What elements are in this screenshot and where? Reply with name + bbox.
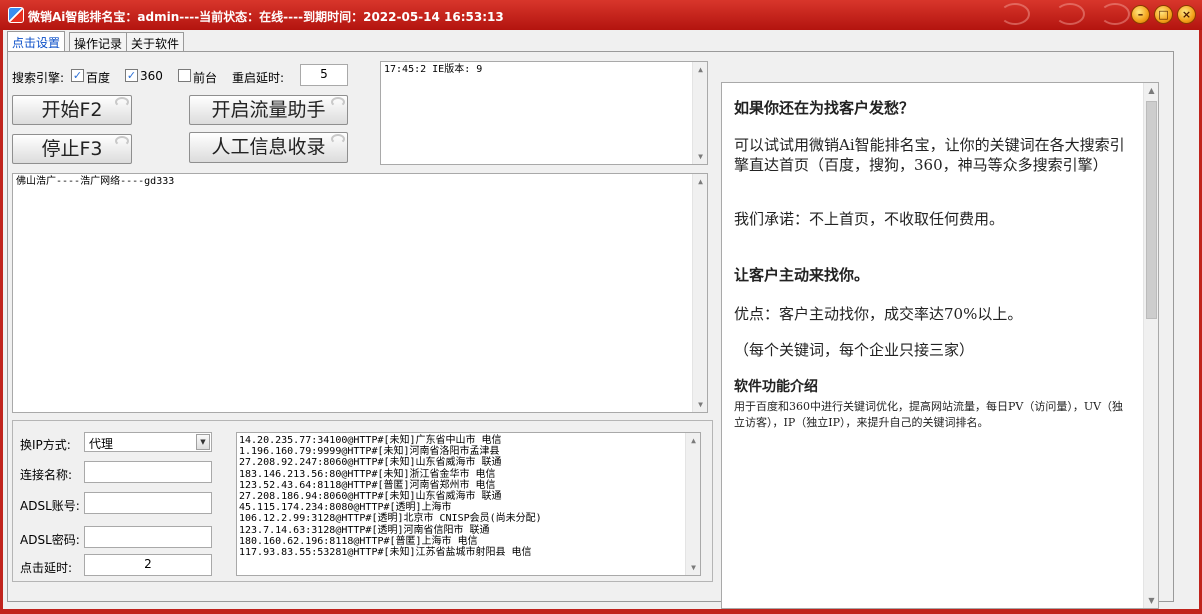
features-heading: 软件功能介绍: [734, 379, 818, 395]
tab-operation-log[interactable]: 操作记录: [69, 32, 128, 52]
click-settings-panel: 搜索引擎: ✓ 百度 ✓ 360 前台 重启延时: 5 开始F2 开启流量助手 …: [7, 51, 1174, 609]
proxy-list-item: 1.196.160.79:9999@HTTP#[未知]河南省洛阳市孟津县: [239, 446, 500, 458]
stop-button-label: 停止F3: [41, 138, 103, 160]
window-title: 微销Ai智能排名宝：admin----当前状态：在线----到期时间：2022-…: [28, 10, 504, 24]
adsl-pass-input[interactable]: [84, 526, 212, 548]
proxy-list-item: 123.52.43.64:8118@HTTP#[普匿]河南省郑州市 电信: [239, 479, 496, 491]
proactive-heading: 让客户主动来找你。: [734, 266, 870, 284]
decorative-swirl-icon: [1100, 3, 1130, 25]
adsl-user-label: ADSL账号:: [20, 499, 80, 513]
scroll-up-icon[interactable]: ▲: [693, 62, 707, 77]
adsl-pass-label: ADSL密码:: [20, 533, 80, 547]
start-button-label: 开始F2: [41, 99, 103, 121]
promise-text: 我们承诺：不上首页，不收取任何费用。: [734, 210, 1005, 228]
keyword-scrollbar[interactable]: ▲ ▼: [692, 174, 707, 412]
engine-label: 搜索引擎:: [12, 71, 65, 85]
conn-name-input[interactable]: [84, 461, 212, 483]
status-log[interactable]: 17:45:2 IE版本: 9 ▲ ▼: [380, 61, 708, 165]
baidu-label: 百度: [86, 71, 111, 85]
ip-settings-group: 换IP方式: 代理 ▼ 连接名称: ADSL账号: ADSL密码: 点击延时: …: [12, 420, 713, 582]
scroll-down-icon[interactable]: ▼: [693, 397, 707, 412]
restart-delay-input[interactable]: 5: [300, 64, 348, 86]
features-text: 用于百度和360中进行关键词优化，提高网站流量，每日PV（访问量），UV（独立访…: [734, 400, 1124, 429]
status-log-scrollbar[interactable]: ▲ ▼: [692, 62, 707, 164]
traffic-assistant-button[interactable]: 开启流量助手: [189, 95, 348, 125]
app-window: 微销Ai智能排名宝：admin----当前状态：在线----到期时间：2022-…: [0, 0, 1202, 614]
proxy-lines: 14.20.235.77:34100@HTTP#[未知]广东省中山市 电信 1.1…: [239, 435, 698, 558]
proxy-list-item: 106.12.2.99:3128@HTTP#[透明]北京市 CNISP会员(尚未…: [239, 513, 542, 525]
tab-label: 操作记录: [74, 37, 123, 51]
chevron-down-icon[interactable]: ▼: [196, 434, 210, 450]
close-button[interactable]: ×: [1177, 5, 1196, 24]
manual-collect-button[interactable]: 人工信息收录: [189, 132, 348, 163]
scroll-up-icon[interactable]: ▲: [1144, 83, 1158, 98]
intro-scrollbar[interactable]: ▲ ▼: [1143, 83, 1158, 608]
foreground-checkbox[interactable]: [178, 69, 191, 82]
scroll-down-icon[interactable]: ▼: [693, 149, 707, 164]
proxy-list[interactable]: 14.20.235.77:34100@HTTP#[未知]广东省中山市 电信 1.1…: [236, 432, 701, 576]
360-checkbox[interactable]: ✓: [125, 69, 138, 82]
tab-label: 点击设置: [12, 36, 61, 50]
scroll-up-icon[interactable]: ▲: [693, 174, 707, 189]
maximize-button[interactable]: □: [1154, 5, 1173, 24]
decorative-swirl-icon: [1000, 3, 1030, 25]
start-button[interactable]: 开始F2: [12, 95, 132, 125]
proxy-list-item: 183.146.213.56:80@HTTP#[未知]浙江省金华市 电信: [239, 468, 496, 480]
tab-click-settings[interactable]: 点击设置: [7, 31, 66, 52]
conn-name-label: 连接名称:: [20, 468, 73, 482]
limit-text: （每个关键词，每个企业只接三家）: [734, 341, 975, 359]
tab-label: 关于软件: [131, 37, 180, 51]
adsl-user-input[interactable]: [84, 492, 212, 514]
360-label: 360: [140, 69, 163, 83]
click-delay-input[interactable]: 2: [84, 554, 212, 576]
foreground-label: 前台: [193, 71, 218, 85]
click-delay-label: 点击延时:: [20, 561, 73, 575]
scrollbar-thumb[interactable]: [1146, 101, 1157, 319]
intro-heading: 如果你还在为找客户发愁？: [734, 99, 915, 117]
proxy-list-item: 14.20.235.77:34100@HTTP#[未知]广东省中山市 电信: [239, 435, 502, 446]
tab-about[interactable]: 关于软件: [126, 32, 185, 52]
baidu-checkbox[interactable]: ✓: [71, 69, 84, 82]
keyword-line: 佛山浩广----浩广网络----gd333: [16, 176, 175, 187]
minimize-button[interactable]: –: [1131, 5, 1150, 24]
restart-delay-label: 重启延时:: [232, 71, 285, 85]
ip-mode-label: 换IP方式:: [20, 438, 71, 452]
ip-mode-select[interactable]: 代理 ▼: [84, 432, 212, 452]
intro-panel[interactable]: 如果你还在为找客户发愁？ 可以试试用微销Ai智能排名宝，让你的关键词在各大搜索引…: [721, 82, 1159, 609]
proxy-list-item: 45.115.174.234:8080@HTTP#[透明]上海市: [239, 502, 452, 514]
scroll-down-icon[interactable]: ▼: [1144, 593, 1158, 608]
title-bar[interactable]: 微销Ai智能排名宝：admin----当前状态：在线----到期时间：2022-…: [0, 0, 1202, 30]
scroll-down-icon[interactable]: ▼: [686, 560, 700, 575]
ip-mode-value: 代理: [89, 437, 114, 451]
keyword-textarea[interactable]: 佛山浩广----浩广网络----gd333 ▲ ▼: [12, 173, 708, 413]
advantage-text: 优点：客户主动找你，成交率达70%以上。: [734, 305, 1023, 323]
proxy-list-item: 27.208.92.247:8060@HTTP#[未知]山东省威海市 联通: [239, 457, 502, 469]
manual-button-label: 人工信息收录: [211, 136, 326, 158]
status-log-line: 17:45:2 IE版本: 9: [384, 64, 483, 75]
proxy-list-item: 117.93.83.55:53281@HTTP#[未知]江苏省盐城市射阳县 电信: [239, 547, 532, 559]
decorative-swirl-icon: [1055, 3, 1085, 25]
intro-paragraph: 可以试试用微销Ai智能排名宝，让你的关键词在各大搜索引擎直达首页（百度，搜狗，3…: [734, 136, 1125, 174]
stop-button[interactable]: 停止F3: [12, 134, 132, 164]
scroll-up-icon[interactable]: ▲: [686, 433, 700, 448]
proxy-list-item: 123.7.14.63:3128@HTTP#[透明]河南省信阳市 联通: [239, 524, 490, 536]
proxy-list-item: 27.208.186.94:8060@HTTP#[未知]山东省威海市 联通: [239, 491, 502, 503]
proxy-list-scrollbar[interactable]: ▲ ▼: [685, 433, 700, 575]
app-logo-icon: [8, 7, 24, 23]
traffic-button-label: 开启流量助手: [211, 99, 326, 121]
proxy-list-item: 180.160.62.196:8118@HTTP#[普匿]上海市 电信: [239, 535, 478, 547]
client-area: 点击设置 操作记录 关于软件 搜索引擎: ✓ 百度 ✓ 360 前台 重启延时:…: [3, 30, 1199, 609]
